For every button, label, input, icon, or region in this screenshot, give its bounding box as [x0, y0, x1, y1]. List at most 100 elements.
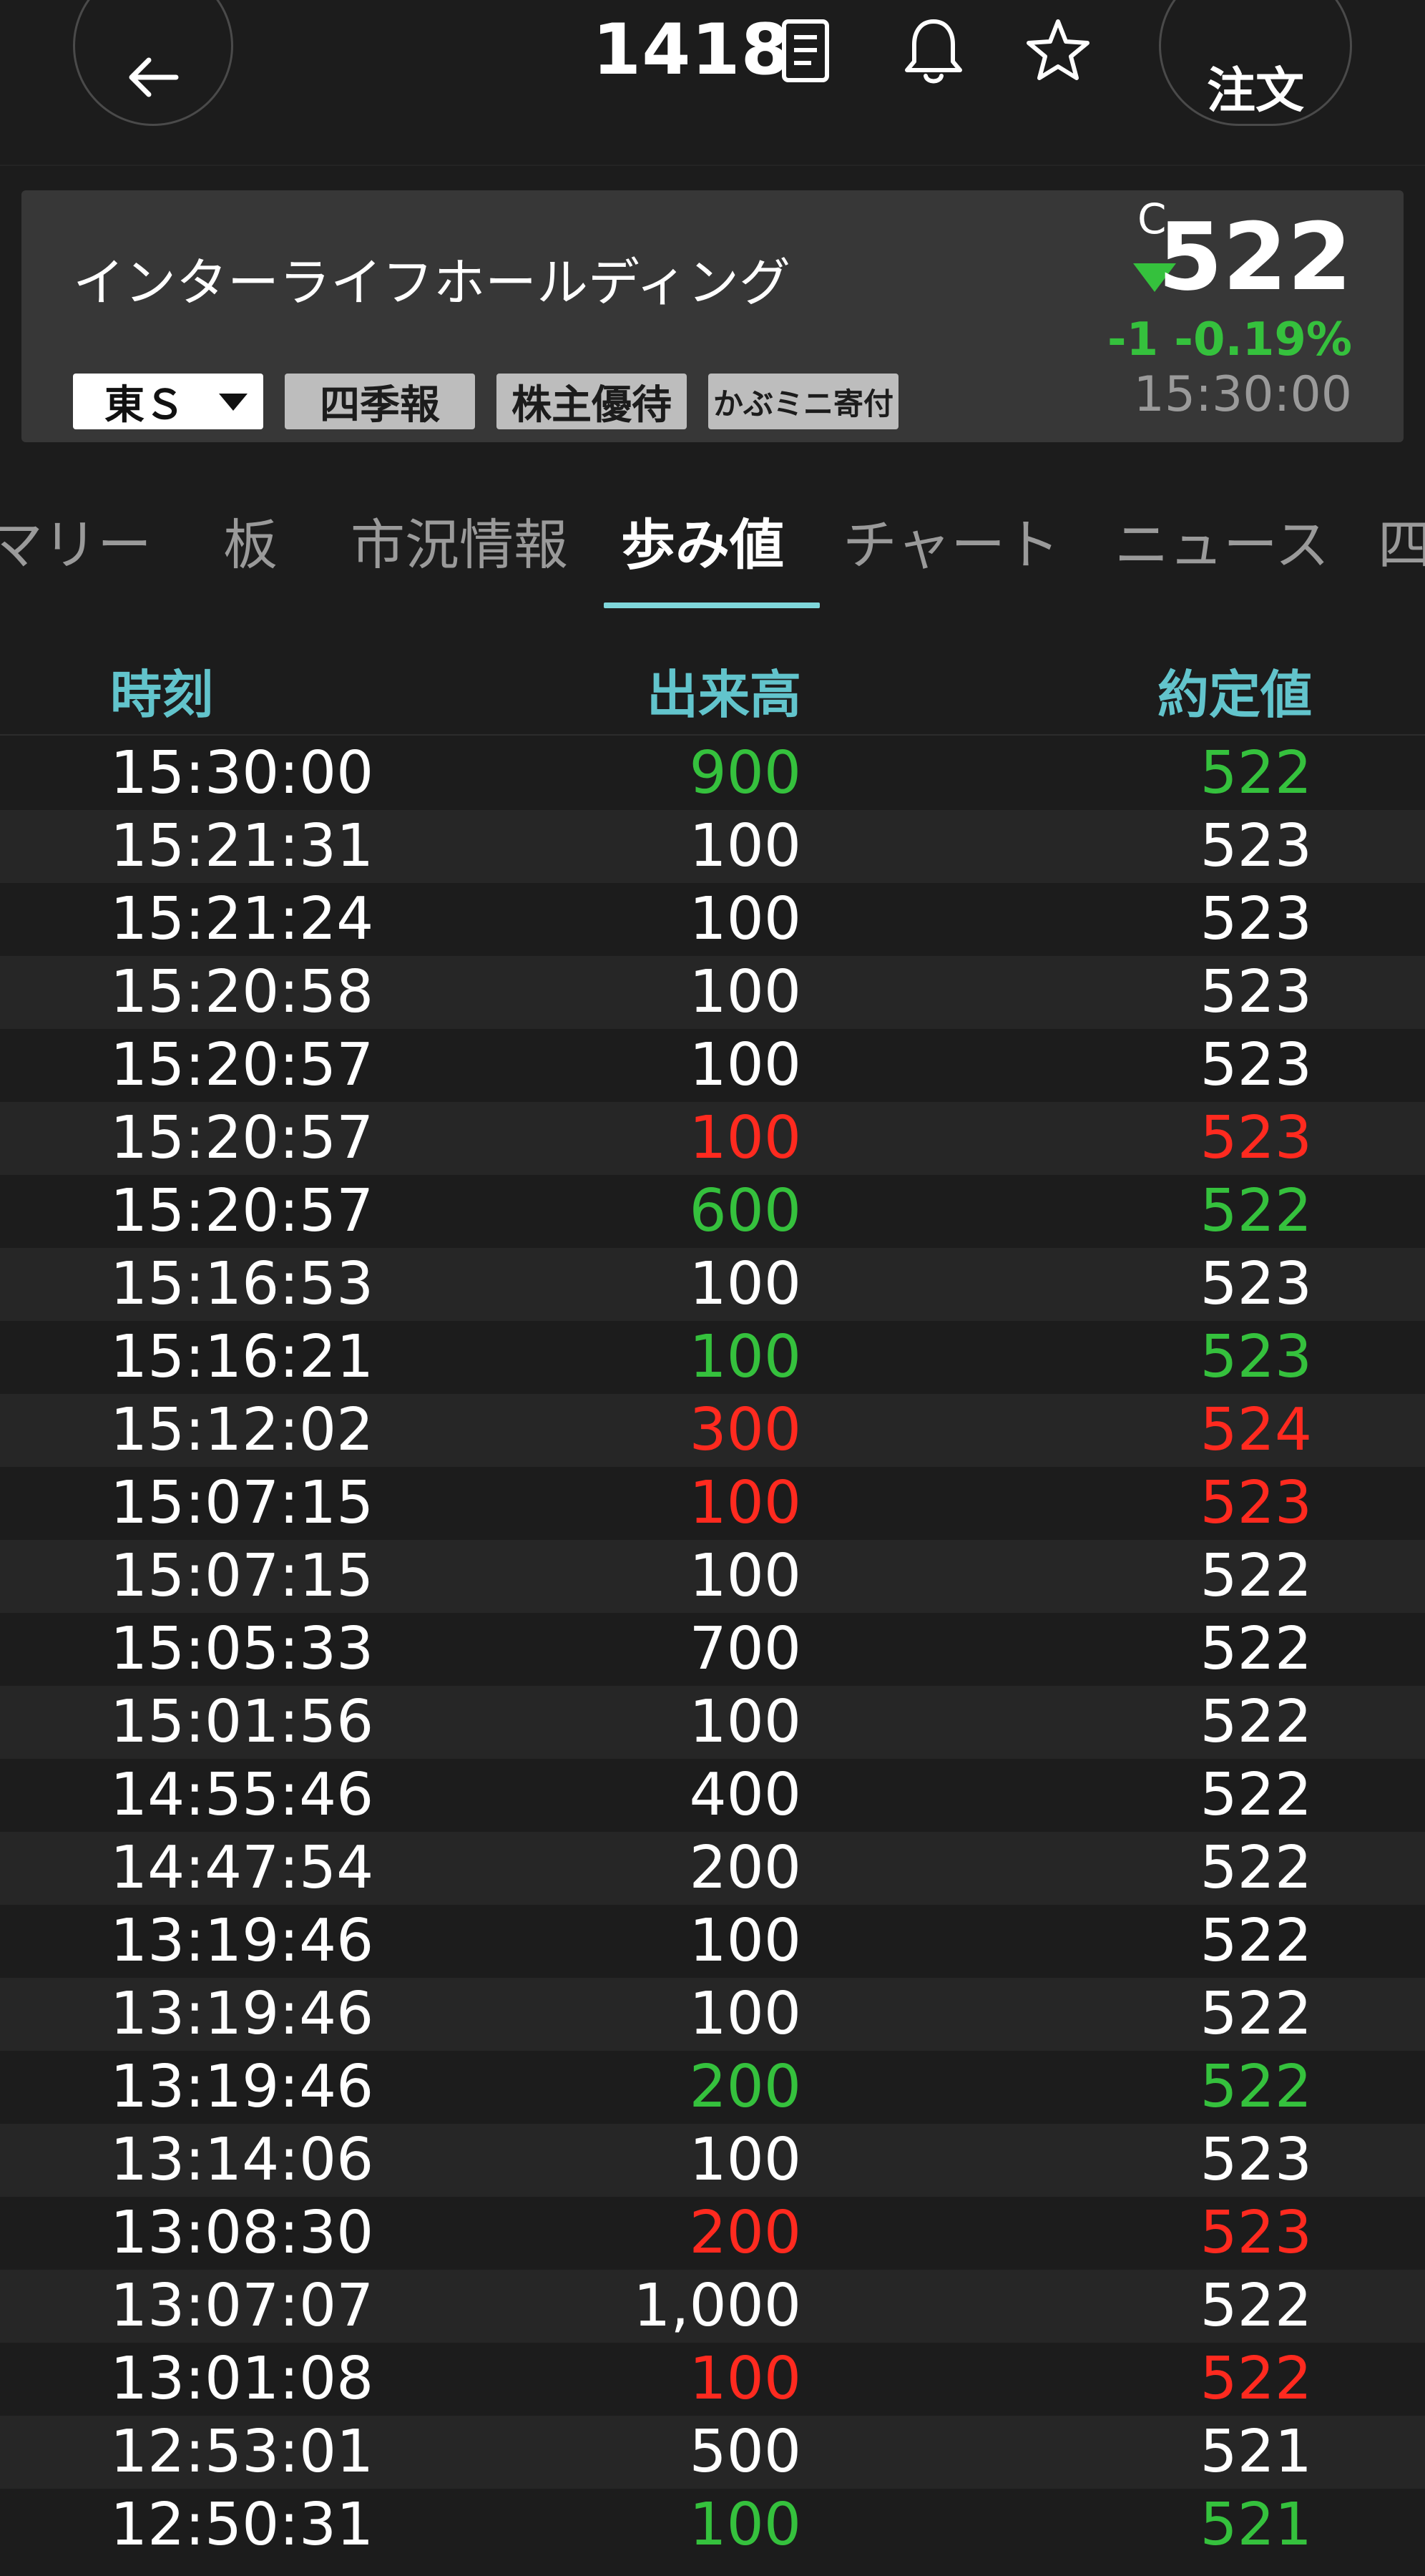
cell-volume: 1,000 [633, 2272, 801, 2340]
table-row: 13:19:46 100 522 [0, 1978, 1425, 2051]
app-root: 1418 注文 インターライフホールディング C 522 -1 -0.19% 1… [0, 0, 1425, 2576]
cell-price: 523 [1200, 1323, 1312, 1391]
cell-time: 15:07:15 [110, 1542, 374, 1610]
cell-time: 15:20:58 [110, 958, 374, 1026]
cell-price: 523 [1200, 812, 1312, 880]
back-button[interactable] [73, 0, 233, 126]
active-tab-indicator [604, 602, 820, 608]
table-row: 14:47:54 200 522 [0, 1832, 1425, 1905]
shareholder-benefit-tag[interactable]: 株主優待 [496, 374, 687, 429]
cell-price: 522 [1200, 1688, 1312, 1756]
cell-time: 14:55:46 [110, 1761, 374, 1829]
tab-board[interactable]: 板 [223, 501, 278, 580]
table-row: 14:55:46 400 522 [0, 1759, 1425, 1832]
cell-time: 15:01:56 [110, 1688, 374, 1756]
price-time: 15:30:00 [1133, 366, 1352, 423]
table-row: 15:07:15 100 522 [0, 1540, 1425, 1613]
cell-volume: 100 [689, 2491, 801, 2559]
cell-price: 523 [1200, 1104, 1312, 1172]
bell-icon[interactable] [894, 11, 973, 90]
market-select[interactable]: 東Ｓ [73, 374, 263, 429]
tab-chart[interactable]: チャート [843, 501, 1059, 580]
table-row: 13:07:07 1,000 522 [0, 2270, 1425, 2343]
cell-time: 12:53:01 [110, 2418, 374, 2486]
table-row: 15:16:21 100 523 [0, 1321, 1425, 1394]
cell-time: 15:30:00 [110, 739, 374, 807]
table-row: 15:05:33 700 522 [0, 1613, 1425, 1686]
cell-price: 522 [1200, 1615, 1312, 1683]
order-button[interactable]: 注文 [1159, 0, 1352, 126]
cell-price: 522 [1200, 1980, 1312, 2048]
cell-time: 15:16:53 [110, 1250, 374, 1318]
stock-code: 1418 [592, 9, 790, 91]
cell-time: 14:47:54 [110, 1834, 374, 1902]
cell-time: 15:20:57 [110, 1104, 374, 1172]
cell-volume: 100 [689, 1688, 801, 1756]
table-row: 15:20:58 100 523 [0, 956, 1425, 1029]
table-row: 15:01:56 100 522 [0, 1686, 1425, 1759]
tab-summary[interactable]: マリー [0, 501, 152, 580]
tab-news[interactable]: ニュース [1115, 501, 1329, 580]
header-volume[interactable]: 出来高 [647, 653, 801, 728]
cell-volume: 700 [689, 1615, 801, 1683]
cell-time: 15:21:24 [110, 885, 374, 953]
cell-price: 521 [1200, 2418, 1312, 2486]
table-row: 12:50:31 100 521 [0, 2489, 1425, 2562]
cell-price: 522 [1200, 1907, 1312, 1975]
shikiho-tag[interactable]: 四季報 [285, 374, 475, 429]
cell-price: 522 [1200, 1834, 1312, 1902]
trades-table-body[interactable]: 15:30:00 900 522 15:21:31 100 523 15:21:24 100 5… [0, 737, 1425, 2562]
tab-market-info[interactable]: 市況情報 [351, 501, 568, 580]
cell-price: 522 [1200, 1177, 1312, 1245]
cell-time: 13:07:07 [110, 2272, 374, 2340]
star-icon[interactable] [1019, 11, 1097, 90]
cell-volume: 900 [689, 739, 801, 807]
cell-time: 13:19:46 [110, 2053, 374, 2121]
cell-volume: 100 [689, 1250, 801, 1318]
cell-time: 15:20:57 [110, 1031, 374, 1099]
cell-price: 522 [1200, 1542, 1312, 1610]
table-row: 12:53:01 500 521 [0, 2416, 1425, 2489]
cell-price: 523 [1200, 1469, 1312, 1537]
cell-price: 523 [1200, 885, 1312, 953]
cell-price: 522 [1200, 739, 1312, 807]
cell-volume: 100 [689, 1542, 801, 1610]
price-change: -1 -0.19% [1107, 313, 1352, 366]
cell-time: 15:12:02 [110, 1396, 374, 1464]
cell-price: 522 [1200, 2053, 1312, 2121]
cell-price: 524 [1200, 1396, 1312, 1464]
table-row: 15:16:53 100 523 [0, 1248, 1425, 1321]
stock-name: インターライフホールディング [73, 253, 790, 313]
cell-volume: 200 [689, 2199, 801, 2267]
cell-time: 15:16:21 [110, 1323, 374, 1391]
table-row: 15:21:31 100 523 [0, 810, 1425, 883]
cell-volume: 100 [689, 885, 801, 953]
cell-time: 15:07:15 [110, 1469, 374, 1537]
cell-volume: 600 [689, 1177, 801, 1245]
kabumini-tag[interactable]: かぶミニ寄付 [708, 374, 898, 429]
tab-shikiho[interactable]: 四 [1378, 501, 1425, 580]
order-button-label: 注文 [1206, 62, 1304, 119]
table-row: 15:20:57 100 523 [0, 1102, 1425, 1175]
document-icon[interactable] [765, 11, 844, 90]
cell-time: 15:21:31 [110, 812, 374, 880]
table-row: 13:14:06 100 523 [0, 2124, 1425, 2197]
cell-volume: 500 [689, 2418, 801, 2486]
table-row: 13:01:08 100 522 [0, 2343, 1425, 2416]
cell-time: 13:01:08 [110, 2345, 374, 2413]
header-time[interactable]: 時刻 [110, 653, 213, 728]
cell-time: 12:50:31 [110, 2491, 374, 2559]
cell-volume: 100 [689, 2345, 801, 2413]
cell-volume: 100 [689, 2126, 801, 2194]
cell-price: 523 [1200, 2126, 1312, 2194]
cell-volume: 100 [689, 958, 801, 1026]
cell-price: 522 [1200, 1761, 1312, 1829]
tab-trades[interactable]: 歩み値 [621, 501, 784, 580]
current-price: 522 [1157, 203, 1352, 311]
tab-bar: マリー 板 市況情報 歩み値 チャート ニュース 四 [0, 472, 1425, 615]
cell-volume: 200 [689, 1834, 801, 1902]
table-row: 13:19:46 200 522 [0, 2051, 1425, 2124]
stock-info-panel: インターライフホールディング C 522 -1 -0.19% 15:30:00 … [21, 190, 1404, 442]
header-price[interactable]: 約定値 [1157, 653, 1312, 728]
market-select-label: 東Ｓ [104, 381, 185, 429]
